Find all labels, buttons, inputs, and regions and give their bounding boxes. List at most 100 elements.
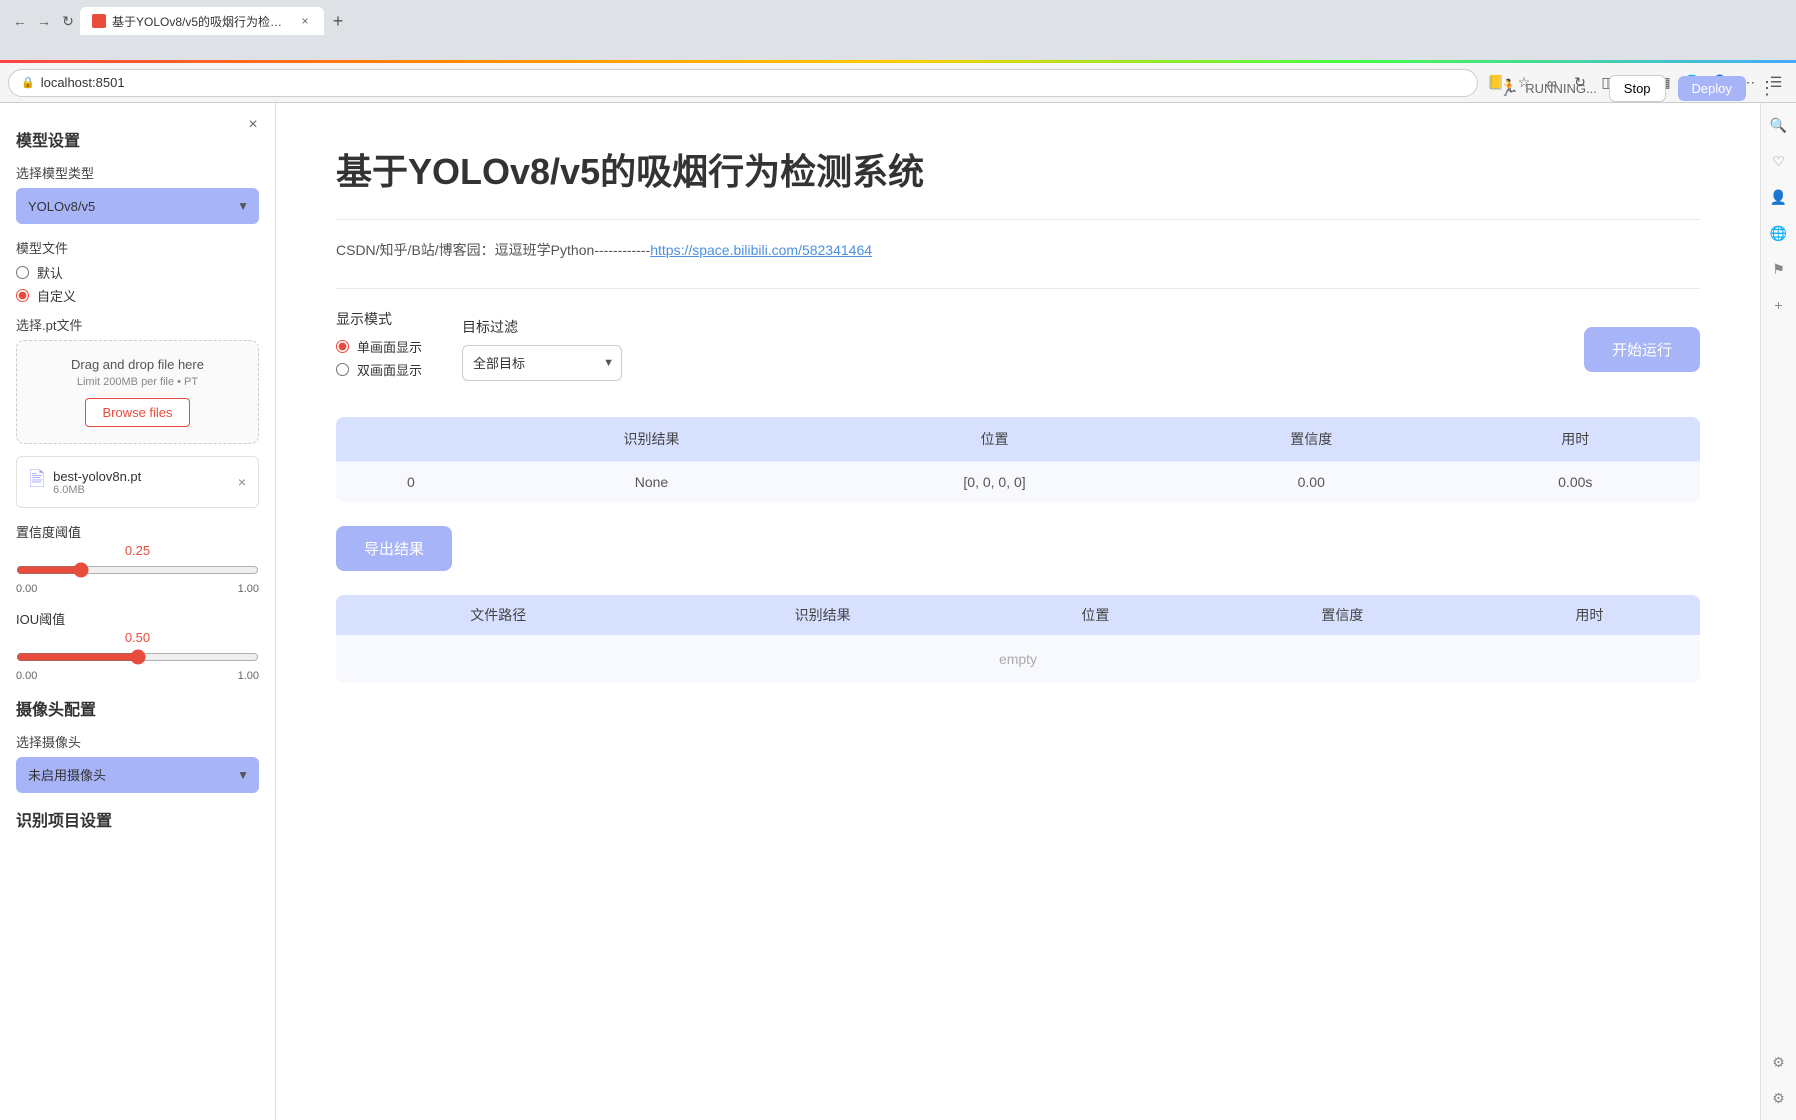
app-layout: × 模型设置 选择模型类型 YOLOv8/v5 ▼ 模型文件 默认 自定义 选择… bbox=[0, 103, 1796, 1120]
results-table: 识别结果 位置 置信度 用时 0 None [0, 0, 0, 0] 0.00 … bbox=[336, 417, 1700, 502]
result-confidence-0: 0.00 bbox=[1172, 462, 1451, 503]
right-icon-plus[interactable]: + bbox=[1767, 293, 1791, 317]
back-button[interactable]: ← bbox=[8, 9, 32, 33]
deploy-button[interactable]: Deploy bbox=[1678, 76, 1746, 101]
run-button[interactable]: 开始运行 bbox=[1584, 327, 1700, 372]
iou-value: 0.50 bbox=[16, 630, 259, 645]
radio-default-item[interactable]: 默认 bbox=[16, 263, 259, 282]
lock-icon: 🔒 bbox=[21, 76, 35, 89]
confidence-slider[interactable] bbox=[16, 562, 259, 578]
radio-default-label: 默认 bbox=[37, 263, 63, 282]
tab-close-button[interactable]: × bbox=[298, 14, 312, 28]
tab-label: 基于YOLOv8/v5的吸烟行为检测... bbox=[112, 13, 292, 30]
filter-select-wrapper: 全部目标 ▼ bbox=[462, 345, 622, 381]
right-icon-settings1[interactable]: ⚙ bbox=[1767, 1050, 1791, 1074]
results-table-container: 识别结果 位置 置信度 用时 0 None [0, 0, 0, 0] 0.00 … bbox=[336, 417, 1700, 502]
export-empty-label: empty bbox=[336, 635, 1700, 683]
radio-dual-item[interactable]: 双画面显示 bbox=[336, 360, 422, 379]
results-col-position: 位置 bbox=[817, 417, 1172, 462]
file-size: 6.0MB bbox=[53, 484, 230, 496]
right-icon-globe[interactable]: 🌐 bbox=[1767, 221, 1791, 245]
filter-section: 目标过滤 全部目标 ▼ bbox=[462, 317, 622, 381]
radio-single-item[interactable]: 单画面显示 bbox=[336, 337, 422, 356]
upload-section-label: 选择.pt文件 bbox=[16, 315, 259, 334]
confidence-value: 0.25 bbox=[16, 543, 259, 558]
radio-custom-input[interactable] bbox=[16, 289, 29, 302]
export-col-confidence: 置信度 bbox=[1206, 595, 1479, 635]
filter-select[interactable]: 全部目标 bbox=[462, 345, 622, 381]
radio-dual-input[interactable] bbox=[336, 363, 349, 376]
right-icon-flag[interactable]: ⚑ bbox=[1767, 257, 1791, 281]
title-divider bbox=[336, 219, 1700, 220]
iou-slider-section: IOU阈值 0.50 0.00 1.00 bbox=[16, 609, 259, 682]
right-icon-search[interactable]: 🔍 bbox=[1767, 113, 1791, 137]
new-tab-button[interactable]: + bbox=[324, 7, 352, 35]
file-remove-button[interactable]: × bbox=[238, 474, 246, 490]
tab-favicon bbox=[92, 14, 106, 28]
iou-slider[interactable] bbox=[16, 649, 259, 665]
model-section-title: 模型设置 bbox=[16, 127, 259, 151]
browse-files-button[interactable]: Browse files bbox=[85, 398, 189, 427]
controls-row: 显示模式 单画面显示 双画面显示 目标过滤 全部目标 bbox=[336, 309, 1700, 389]
export-table: 文件路径 识别结果 位置 置信度 用时 empty bbox=[336, 595, 1700, 683]
export-table-container: 文件路径 识别结果 位置 置信度 用时 empty bbox=[336, 595, 1700, 683]
iou-range-labels: 0.00 1.00 bbox=[16, 670, 259, 682]
sidebar-close-button[interactable]: × bbox=[243, 115, 263, 135]
tab-bar: ← → ↻ 基于YOLOv8/v5的吸烟行为检测... × + bbox=[0, 0, 1796, 36]
address-bar[interactable]: 🔒 localhost:8501 bbox=[8, 69, 1478, 97]
right-icon-user[interactable]: 👤 bbox=[1767, 185, 1791, 209]
radio-single-input[interactable] bbox=[336, 340, 349, 353]
export-col-filepath: 文件路径 bbox=[336, 595, 660, 635]
topbar-menu-button[interactable]: ⋮ bbox=[1758, 78, 1776, 99]
radio-custom-item[interactable]: 自定义 bbox=[16, 286, 259, 305]
running-label: RUNNING... bbox=[1525, 81, 1597, 96]
file-item: 🖹 best-yolov8n.pt 6.0MB × bbox=[16, 456, 259, 508]
camera-select[interactable]: 未启用摄像头 bbox=[16, 757, 259, 793]
browser-chrome: ← → ↻ 基于YOLOv8/v5的吸烟行为检测... × + bbox=[0, 0, 1796, 60]
camera-label: 选择摄像头 bbox=[16, 732, 259, 751]
radio-default-input[interactable] bbox=[16, 266, 29, 279]
subtitle-link[interactable]: https://space.bilibili.com/582341464 bbox=[650, 242, 872, 258]
model-file-radio-group: 默认 自定义 bbox=[16, 263, 259, 305]
running-icon: 🏃 bbox=[1499, 78, 1519, 98]
model-type-select-wrapper: YOLOv8/v5 ▼ bbox=[16, 188, 259, 224]
right-icon-settings2[interactable]: ⚙ bbox=[1767, 1086, 1791, 1110]
address-url: localhost:8501 bbox=[41, 75, 125, 90]
camera-select-wrapper: 未启用摄像头 ▼ bbox=[16, 757, 259, 793]
reload-button[interactable]: ↻ bbox=[56, 9, 80, 33]
right-icons-panel: 🔍 ♡ 👤 🌐 ⚑ + ⚙ ⚙ bbox=[1760, 103, 1796, 1120]
export-button[interactable]: 导出结果 bbox=[336, 526, 452, 571]
confidence-range-labels: 0.00 1.00 bbox=[16, 583, 259, 595]
iou-min: 0.00 bbox=[16, 670, 37, 682]
results-col-index bbox=[336, 417, 486, 462]
filter-label: 目标过滤 bbox=[462, 317, 622, 337]
result-result-0: None bbox=[486, 462, 817, 503]
file-icon: 🖹 bbox=[29, 465, 45, 499]
camera-section-title: 摄像头配置 bbox=[16, 696, 259, 720]
confidence-label: 置信度阈值 bbox=[16, 522, 259, 541]
iou-max: 1.00 bbox=[238, 670, 259, 682]
export-col-time: 用时 bbox=[1479, 595, 1700, 635]
page-title: 基于YOLOv8/v5的吸烟行为检测系统 bbox=[336, 143, 1700, 195]
result-index-0: 0 bbox=[336, 462, 486, 503]
controls-divider bbox=[336, 288, 1700, 289]
forward-button[interactable]: → bbox=[32, 9, 56, 33]
export-empty-row: empty bbox=[336, 635, 1700, 683]
recognition-section-title: 识别项目设置 bbox=[16, 807, 259, 831]
confidence-max: 1.00 bbox=[238, 583, 259, 595]
file-upload-area[interactable]: Drag and drop file here Limit 200MB per … bbox=[16, 340, 259, 444]
subtitle-prefix: CSDN/知乎/B站/博客园：逗逗班学Python------------ bbox=[336, 242, 650, 258]
right-icon-bookmark[interactable]: ♡ bbox=[1767, 149, 1791, 173]
main-content: 基于YOLOv8/v5的吸烟行为检测系统 CSDN/知乎/B站/博客园：逗逗班学… bbox=[276, 103, 1760, 1120]
results-col-time: 用时 bbox=[1451, 417, 1700, 462]
stop-button[interactable]: Stop bbox=[1609, 75, 1666, 102]
browser-tab[interactable]: 基于YOLOv8/v5的吸烟行为检测... × bbox=[80, 7, 324, 35]
results-col-confidence: 置信度 bbox=[1172, 417, 1451, 462]
file-info: best-yolov8n.pt 6.0MB bbox=[53, 469, 230, 496]
model-type-select[interactable]: YOLOv8/v5 bbox=[16, 188, 259, 224]
file-name: best-yolov8n.pt bbox=[53, 469, 230, 484]
subtitle-text: CSDN/知乎/B站/博客园：逗逗班学Python------------htt… bbox=[336, 240, 1700, 260]
results-table-header-row: 识别结果 位置 置信度 用时 bbox=[336, 417, 1700, 462]
model-file-label: 模型文件 bbox=[16, 238, 259, 257]
display-mode-radio-group: 单画面显示 双画面显示 bbox=[336, 337, 422, 379]
